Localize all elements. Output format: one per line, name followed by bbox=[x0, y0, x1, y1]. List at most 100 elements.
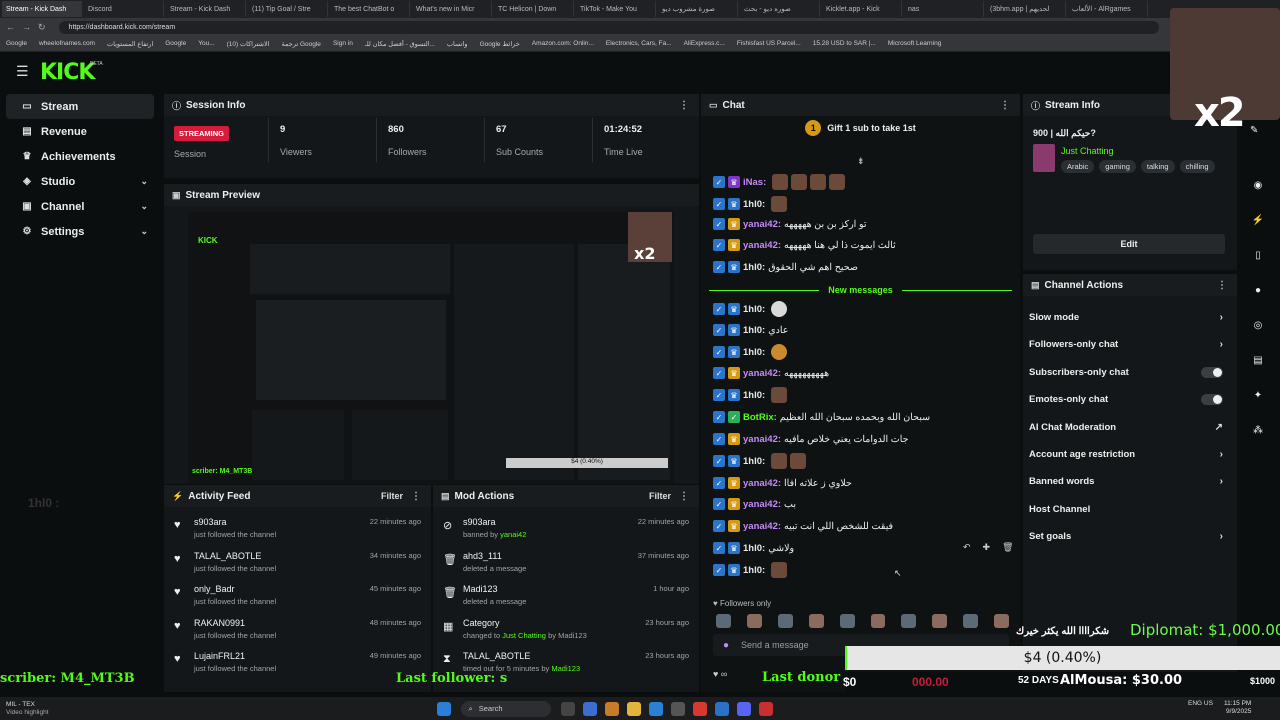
filter-button[interactable]: Filter bbox=[381, 491, 403, 501]
bookmark-item[interactable]: ترجمة Google bbox=[282, 40, 321, 48]
chat-message[interactable]: ✓ ♛ iNas: bbox=[713, 172, 846, 192]
taskbar-lang[interactable]: ENG US bbox=[1188, 700, 1213, 708]
emote-picker-item[interactable] bbox=[932, 614, 948, 628]
activity-username[interactable]: s903ara bbox=[194, 517, 227, 527]
browser-tab[interactable]: The best ChatBot o bbox=[330, 1, 410, 17]
emote-picker-item[interactable] bbox=[963, 614, 979, 628]
chat-message[interactable]: ✓ ♛ 1hl0: عادي bbox=[713, 320, 788, 340]
emote-picker-item[interactable] bbox=[777, 614, 793, 628]
bookmark-item[interactable]: Google bbox=[165, 40, 186, 47]
emote-picker-item[interactable] bbox=[994, 614, 1010, 628]
chat-message[interactable]: ✓ ♛ 1hl0: bbox=[713, 342, 788, 362]
app-icon[interactable] bbox=[670, 701, 685, 716]
back-icon[interactable]: ← bbox=[6, 22, 15, 32]
sidebar-item-studio[interactable]: ◈ Studio ⌄ bbox=[6, 169, 154, 194]
browser-tab[interactable]: Stream - Kick Dash bbox=[166, 1, 246, 17]
chat-username[interactable]: yanai42: bbox=[743, 240, 781, 251]
chevron-right-icon[interactable]: › bbox=[1220, 312, 1223, 323]
bookmark-item[interactable]: التسوق - أفضل مكان للـ... bbox=[365, 40, 435, 48]
browser-tab[interactable]: TikTok - Make You bbox=[576, 1, 656, 17]
chat-username[interactable]: 1hl0: bbox=[743, 304, 765, 315]
taskbar-clock[interactable]: 11:15 PM 9/9/2025 bbox=[1224, 700, 1251, 716]
channel-action-row[interactable]: Account age restriction › bbox=[1029, 441, 1227, 468]
sidebar-item-stream[interactable]: ▭ Stream bbox=[6, 94, 154, 119]
chat-message[interactable]: ✓ ♛ yanai42: بب bbox=[713, 494, 796, 514]
delete-icon[interactable]: 🗑 bbox=[1002, 542, 1013, 553]
activity-username[interactable]: LujainFRL21 bbox=[194, 651, 245, 661]
tag[interactable]: gaming bbox=[1099, 160, 1136, 173]
emote-picker-item[interactable] bbox=[808, 614, 824, 628]
chevron-right-icon[interactable]: › bbox=[1220, 449, 1223, 460]
chat-message[interactable]: ✓ ♛ 1hl0: bbox=[713, 560, 788, 580]
tag[interactable]: talking bbox=[1140, 160, 1175, 173]
lightning-icon[interactable]: ⚡ bbox=[1244, 203, 1272, 238]
camera-icon[interactable]: ◉ bbox=[1244, 168, 1272, 203]
mod-action-target[interactable]: TALAL_ABOTLE bbox=[463, 651, 530, 661]
bookmark-item[interactable]: Google خرائط bbox=[480, 40, 520, 48]
activity-username[interactable]: only_Badr bbox=[194, 584, 235, 594]
browser-tab[interactable]: What's new in Micr bbox=[412, 1, 492, 17]
windows-start-icon[interactable] bbox=[436, 701, 451, 716]
brave-icon[interactable] bbox=[692, 701, 707, 716]
pencil-icon[interactable]: ✎ bbox=[1250, 120, 1258, 140]
gift-sub-banner[interactable]: 1 Gift 1 sub to take 1st bbox=[701, 116, 1020, 140]
weather-widget[interactable]: MIL - TEX Video highlight bbox=[6, 701, 49, 717]
toggle-switch[interactable] bbox=[1201, 394, 1223, 406]
chat-username[interactable]: 1hl0: bbox=[743, 565, 765, 576]
chat-username[interactable]: 1hl0: bbox=[743, 456, 765, 467]
taskbar-search[interactable]: ⌕ Search bbox=[460, 700, 551, 717]
folder-icon[interactable] bbox=[626, 701, 641, 716]
url-field[interactable]: https://dashboard.kick.com/stream bbox=[58, 20, 1159, 34]
menu-icon[interactable]: ☰ bbox=[16, 64, 29, 78]
browser-tab[interactable]: (3bhm.app | لحديهم bbox=[986, 1, 1066, 17]
new-messages-divider[interactable]: New messages bbox=[709, 285, 1012, 295]
pin-icon[interactable]: ✚ bbox=[983, 542, 991, 553]
external-link-icon[interactable]: ↗ bbox=[1215, 422, 1223, 433]
kebab-icon[interactable]: ⋮ bbox=[679, 491, 689, 502]
chevron-right-icon[interactable]: › bbox=[1220, 339, 1223, 350]
activity-item[interactable]: ♥ only_Badr just followed the channel 45 mi… bbox=[164, 580, 431, 614]
channel-action-row[interactable]: AI Chat Moderation ↗ bbox=[1029, 414, 1227, 441]
category-thumbnail[interactable] bbox=[1033, 144, 1055, 172]
browser-tab[interactable]: (11) Tip Goal / Stre bbox=[248, 1, 328, 17]
bookmark-item[interactable]: Electronics, Cars, Fa... bbox=[606, 40, 672, 47]
app-icon[interactable] bbox=[714, 701, 729, 716]
chat-message[interactable]: ✓ ✓ BotRix: سبحان الله وبحمده سبحان الله ال… bbox=[713, 407, 930, 427]
store-icon[interactable] bbox=[648, 701, 663, 716]
wrench-icon[interactable]: ✦ bbox=[1244, 378, 1272, 413]
obs-icon[interactable] bbox=[758, 701, 773, 716]
mod-action-target[interactable]: Category bbox=[463, 618, 500, 628]
bookmark-item[interactable]: Sign in bbox=[333, 40, 353, 47]
share-icon[interactable]: ⁂ bbox=[1244, 413, 1272, 448]
chevron-right-icon[interactable]: › bbox=[1220, 476, 1223, 487]
browser-tab[interactable]: nas bbox=[904, 1, 984, 17]
emote-picker-item[interactable] bbox=[901, 614, 917, 628]
mod-action-target[interactable]: ahd3_111 bbox=[463, 551, 502, 561]
browser-tab[interactable]: الألعاب - AlRgames bbox=[1068, 1, 1148, 17]
infinity-icon[interactable]: ∞ bbox=[721, 669, 727, 679]
sidebar-item-achievements[interactable]: ♛ Achievements bbox=[6, 144, 154, 169]
chat-username[interactable]: yanai42: bbox=[743, 499, 781, 510]
browser-tab[interactable]: TC Helicon | Down bbox=[494, 1, 574, 17]
broadcast-icon[interactable]: ◎ bbox=[1244, 308, 1272, 343]
chat-message[interactable]: ✓ ♛ 1hl0: ولاشي bbox=[713, 538, 794, 558]
channel-action-row[interactable]: Subscribers-only chat bbox=[1029, 359, 1227, 386]
bookmark-item[interactable]: Amazon.com: Onlin... bbox=[532, 40, 594, 47]
filter-button[interactable]: Filter bbox=[649, 491, 671, 501]
app-icon[interactable] bbox=[582, 701, 597, 716]
kebab-icon[interactable]: ⋮ bbox=[411, 491, 421, 502]
bookmark-item[interactable]: الاشتراكات (10) bbox=[227, 40, 270, 48]
emote-picker-item[interactable] bbox=[839, 614, 855, 628]
tag[interactable]: Arabic bbox=[1061, 160, 1095, 173]
stream-preview-video[interactable]: KICK x2 scriber: M4_MT3B $4 (0.40%) bbox=[188, 212, 674, 484]
chat-message[interactable]: ✓ ♛ yanai42: هههههههههه bbox=[713, 363, 829, 383]
browser-tab[interactable]: صوره ديو - بحث bbox=[740, 1, 820, 17]
reply-icon[interactable]: ↶ bbox=[963, 542, 971, 553]
channel-action-row[interactable]: Slow mode › bbox=[1029, 304, 1227, 331]
bookmark-item[interactable]: ارتفاع المستويات bbox=[107, 40, 153, 48]
channel-action-row[interactable]: Banned words › bbox=[1029, 468, 1227, 495]
activity-item[interactable]: ♥ TALAL_ABOTLE just followed the channel 34… bbox=[164, 547, 431, 581]
chat-message[interactable]: ✓ ♛ yanai42: فيقت للشخص اللي انت تبيه bbox=[713, 516, 893, 536]
mod-action-item[interactable]: ⊘ s903ara banned by yanai42 22 minutes ago bbox=[433, 513, 699, 547]
channel-action-row[interactable]: Host Channel bbox=[1029, 496, 1227, 523]
